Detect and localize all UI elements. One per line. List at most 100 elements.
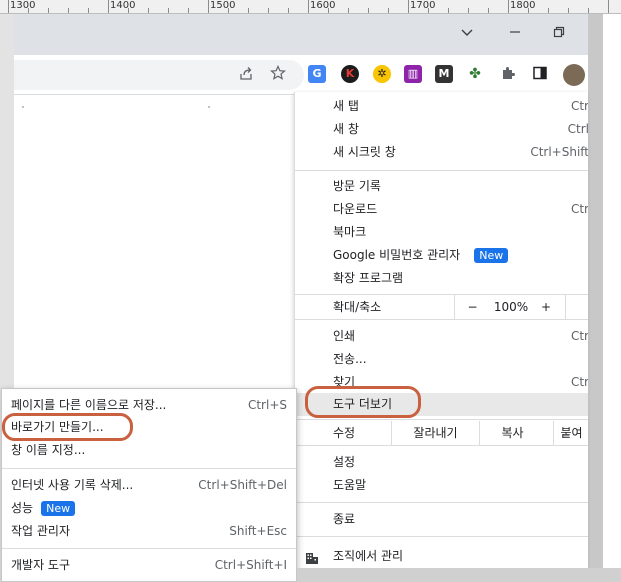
zoom-out-button[interactable]: − xyxy=(454,295,490,319)
menu-item-bookmarks[interactable]: 북마크 xyxy=(295,221,588,244)
menu-item-label: 방문 기록 xyxy=(333,179,381,193)
ruler-tick xyxy=(8,0,9,13)
menu-divider xyxy=(295,536,588,537)
google-translate-icon[interactable]: G xyxy=(308,65,326,83)
menu-item-print[interactable]: 인쇄 Ctr xyxy=(295,325,588,348)
cut-button[interactable]: 잘라내기 xyxy=(391,421,479,445)
restore-icon[interactable] xyxy=(550,26,568,42)
ruler-label: 1300 xyxy=(10,0,36,11)
ruler-tick xyxy=(408,0,409,13)
menu-divider xyxy=(295,445,588,446)
minimize-icon[interactable] xyxy=(506,26,524,42)
menu-item-new-tab[interactable]: 새 탭 Ctr xyxy=(295,95,588,118)
menu-item-new-window[interactable]: 새 창 Ctrl xyxy=(295,118,588,141)
k-extension-icon[interactable]: K xyxy=(341,65,359,83)
highlight-create-shortcut xyxy=(2,413,133,441)
menu-item-label: 종료 xyxy=(333,512,356,526)
menu-item-shortcut: Ctrl+Shift xyxy=(530,145,588,159)
menu-item-new-incognito[interactable]: 새 시크릿 창 Ctrl+Shift xyxy=(295,141,588,164)
chart-extension-icon[interactable]: ▥ xyxy=(404,65,422,83)
menu-item-label: 새 창 xyxy=(333,122,359,136)
submenu-item-dev-tools[interactable]: 개발자 도구 Ctrl+Shift+I xyxy=(2,554,296,577)
submenu-item-clear-data[interactable]: 인터넷 사용 기록 삭제... Ctrl+Shift+Del xyxy=(2,474,296,497)
performance-label: 성능 xyxy=(11,501,34,515)
browser-toolbar: G K ✲ ▥ M ✤ xyxy=(14,55,588,95)
edit-row: 수정 잘라내기 복사 붙여 xyxy=(295,421,588,445)
menu-item-shortcut: Ctr xyxy=(570,202,588,216)
menu-divider xyxy=(295,502,588,503)
screen-ruler: 1300 1400 1500 1600 1700 1800 xyxy=(0,0,621,14)
menu-item-shortcut: Ctr xyxy=(570,99,588,113)
submenu-item-performance[interactable]: 성능 New xyxy=(2,497,296,520)
puzzle-icon[interactable] xyxy=(498,65,518,85)
menu-item-extensions[interactable]: 확장 프로그램 xyxy=(295,267,588,290)
edit-label: 수정 xyxy=(333,426,356,440)
menu-item-label: 도움말 xyxy=(333,478,367,492)
zoom-row: 확대/축소 − 100% + xyxy=(295,295,588,319)
submenu-item-label: 성능 New xyxy=(11,497,76,520)
window-border xyxy=(297,568,621,582)
menu-item-history[interactable]: 방문 기록 xyxy=(295,175,588,198)
submenu-item-label: 창 이름 지정... xyxy=(11,443,86,457)
ruler-label: 1600 xyxy=(310,0,336,11)
menu-item-settings[interactable]: 설정 xyxy=(295,451,588,474)
new-badge: New xyxy=(41,501,76,516)
submenu-item-shortcut: Ctrl+S xyxy=(247,398,287,412)
submenu-item-label: 작업 관리자 xyxy=(11,524,71,538)
menu-item-label: 확장 프로그램 xyxy=(333,271,404,285)
menu-divider xyxy=(295,419,588,420)
submenu-item-label: 인터넷 사용 기록 삭제... xyxy=(11,478,134,492)
ruler-label: 1800 xyxy=(510,0,536,11)
menu-divider xyxy=(295,319,588,320)
share-icon[interactable] xyxy=(236,65,256,85)
menu-item-label: 새 탭 xyxy=(333,99,359,113)
submenu-item-shortcut: Ctrl+Shift+Del xyxy=(198,478,287,492)
desktop-background xyxy=(603,14,621,582)
address-bar[interactable] xyxy=(14,60,304,90)
chevron-down-icon[interactable] xyxy=(458,26,476,42)
menu-item-downloads[interactable]: 다운로드 Ctr xyxy=(295,198,588,221)
zoom-level: 100% xyxy=(493,300,529,314)
menu-divider xyxy=(2,548,296,549)
menu-item-exit[interactable]: 종료 xyxy=(295,508,588,531)
menu-item-help[interactable]: 도움말 xyxy=(295,474,588,497)
menu-item-label: Google 비밀번호 관리자 New xyxy=(333,244,509,267)
menu-item-password-manager[interactable]: Google 비밀번호 관리자 New xyxy=(295,244,588,267)
menu-item-label: 인쇄 xyxy=(333,329,356,343)
menu-item-managed[interactable]: 조직에서 관리 xyxy=(295,545,588,568)
paste-button[interactable]: 붙여 xyxy=(553,421,588,445)
zoom-divider xyxy=(565,295,566,319)
submenu-item-name-window[interactable]: 창 이름 지정... xyxy=(2,439,296,462)
submenu-item-label: 개발자 도구 xyxy=(11,558,71,572)
plant-extension-icon[interactable]: ✤ xyxy=(466,65,484,83)
menu-divider xyxy=(295,170,588,171)
submenu-item-shortcut: Ctrl+Shift+I xyxy=(214,558,287,572)
menu-item-label: 북마크 xyxy=(333,225,367,239)
menu-item-label: 전송... xyxy=(333,352,367,366)
building-icon xyxy=(305,550,319,568)
copy-button[interactable]: 복사 xyxy=(479,421,545,445)
menu-item-cast[interactable]: 전송... xyxy=(295,348,588,371)
browser-titlebar xyxy=(14,14,588,55)
ruler-tick xyxy=(208,0,209,13)
submenu-item-shortcut: Shift+Esc xyxy=(229,524,287,538)
ruler-label: 1500 xyxy=(210,0,236,11)
ruler-label: 1400 xyxy=(110,0,136,11)
highlight-more-tools xyxy=(305,386,421,418)
menu-item-label: 설정 xyxy=(333,455,356,469)
ruler-tick xyxy=(108,0,109,13)
zoom-in-button[interactable]: + xyxy=(531,295,561,319)
bookmark-star-icon[interactable] xyxy=(268,65,288,85)
m-extension-icon[interactable]: M xyxy=(435,65,453,83)
ruler-tick xyxy=(508,0,509,13)
menu-item-label: 다운로드 xyxy=(333,202,378,216)
zoom-label: 확대/축소 xyxy=(333,300,382,314)
new-badge: New xyxy=(474,248,509,263)
extension-icon[interactable]: ✲ xyxy=(373,65,391,83)
submenu-item-task-manager[interactable]: 작업 관리자 Shift+Esc xyxy=(2,520,296,543)
side-panel-icon[interactable] xyxy=(530,65,550,85)
menu-divider xyxy=(2,468,296,469)
profile-avatar[interactable] xyxy=(563,64,585,86)
menu-item-label: 새 시크릿 창 xyxy=(333,145,396,159)
chrome-main-menu: 새 탭 Ctr 새 창 Ctrl 새 시크릿 창 Ctrl+Shift 방문 기… xyxy=(294,92,588,568)
